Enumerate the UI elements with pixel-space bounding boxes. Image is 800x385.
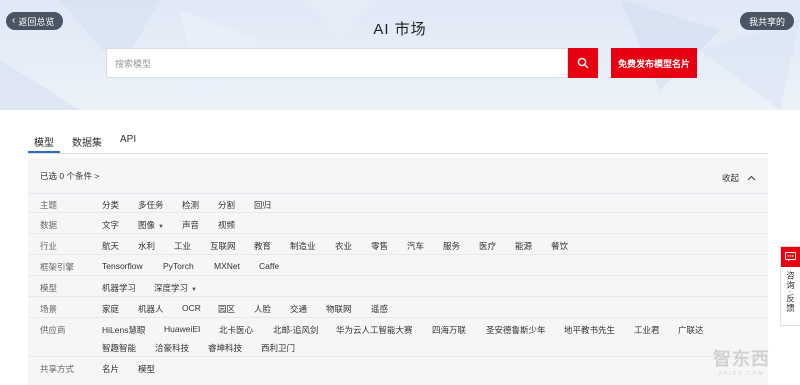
filter-option[interactable]: HiLens慧眼: [102, 324, 145, 336]
filter-option[interactable]: 机器学习: [102, 282, 136, 294]
filter-option[interactable]: 多任务: [138, 199, 164, 211]
my-shared-button[interactable]: 我共享的: [739, 12, 794, 30]
filter-row-label: 主题: [40, 200, 58, 210]
filter-option[interactable]: 西利卫门: [261, 342, 295, 354]
filter-option[interactable]: 制造业: [290, 240, 316, 252]
search-button[interactable]: [568, 48, 598, 78]
filter-option[interactable]: 回归: [254, 199, 271, 211]
filter-row-industry: 行业 航天 水利 工业 互联网 教育 制造业 农业 零售 汽车 服务 医疗 能源…: [28, 235, 768, 255]
filter-option[interactable]: 能源: [515, 240, 532, 252]
filter-option-label: 深度学习: [154, 283, 189, 293]
filter-panel: 已选 0 个条件 > 收起 主题 分类 多任务 检测 分割 回归 数据 文字 图…: [28, 158, 768, 385]
filter-row-label: 模型: [40, 283, 58, 293]
search-placeholder: 搜索模型: [115, 58, 152, 69]
filter-row-label: 共享方式: [40, 364, 75, 374]
filter-row-model: 模型 机器学习 深度学习 ▼: [28, 277, 768, 297]
filter-option[interactable]: MXNet: [214, 261, 240, 271]
filter-option[interactable]: 名片: [102, 363, 119, 375]
page-title: AI 市场: [373, 21, 427, 38]
tab-api[interactable]: API: [120, 134, 136, 145]
watermark-subtext: ZHIDX.COM: [718, 371, 765, 377]
filter-row-share-mode: 共享方式 名片 模型: [28, 358, 768, 378]
filter-option[interactable]: HuaweiEI: [164, 324, 200, 334]
tab-datasets[interactable]: 数据集: [72, 134, 102, 149]
watermark-logo: 智东西 ZHIDX.COM: [713, 345, 770, 377]
filter-row-topic: 主题 分类 多任务 检测 分割 回归: [28, 195, 768, 213]
filter-option-label: 图像: [138, 220, 156, 230]
filter-option[interactable]: 视频: [218, 219, 235, 231]
filter-option[interactable]: OCR: [182, 303, 201, 313]
collapse-label: 收起: [721, 173, 739, 183]
filter-option[interactable]: 四海万联: [432, 324, 466, 336]
filter-option[interactable]: 航天: [102, 240, 119, 252]
filter-option-with-dropdown[interactable]: 深度学习 ▼: [154, 282, 197, 294]
watermark-text: 智东西: [713, 349, 770, 369]
caret-down-icon: ▼: [158, 224, 164, 230]
publish-model-card-button[interactable]: 免费发布模型名片: [611, 48, 697, 78]
category-tabs: 模型 数据集 API: [28, 130, 768, 154]
filter-option[interactable]: 教育: [254, 240, 271, 252]
filter-row-scene: 场景 家庭 机器人 OCR 园区 人脸 交通 物联网 遥感: [28, 298, 768, 318]
filter-row-data: 数据 文字 图像 ▼ 声音 视频: [28, 214, 768, 234]
filter-option[interactable]: 机器人: [138, 303, 164, 315]
filter-row-label: 场景: [40, 304, 58, 314]
filter-option[interactable]: 医疗: [479, 240, 496, 252]
search-input[interactable]: 搜索模型: [106, 48, 568, 78]
filter-row-label: 框架引擎: [40, 262, 75, 272]
filter-option[interactable]: 地平教书先生: [564, 324, 615, 336]
caret-down-icon: ▼: [191, 287, 197, 293]
filter-option[interactable]: 汽车: [407, 240, 424, 252]
filter-option-with-dropdown[interactable]: 图像 ▼: [138, 219, 164, 231]
collapse-button[interactable]: 收起: [722, 172, 756, 184]
filter-option[interactable]: Caffe: [259, 261, 279, 271]
filter-option[interactable]: 分类: [102, 199, 119, 211]
filter-option[interactable]: 北卡医心: [219, 324, 253, 336]
filter-option[interactable]: 声音: [182, 219, 199, 231]
filter-option[interactable]: 工业: [174, 240, 191, 252]
selected-conditions-toggle[interactable]: 已选 0 个条件 >: [40, 170, 99, 182]
filter-option[interactable]: 分割: [218, 199, 235, 211]
filter-option[interactable]: 服务: [443, 240, 460, 252]
active-tab-indicator: [28, 151, 60, 153]
filter-option[interactable]: 餐饮: [551, 240, 568, 252]
filter-option[interactable]: 零售: [371, 240, 388, 252]
filter-row-label: 供应商: [40, 325, 66, 335]
chat-icon: [780, 247, 800, 267]
filter-option[interactable]: PyTorch: [163, 261, 194, 271]
filter-option[interactable]: 农业: [335, 240, 352, 252]
filter-option[interactable]: 人脸: [254, 303, 271, 315]
filter-option[interactable]: Tensorflow: [102, 261, 143, 271]
filter-option[interactable]: 家庭: [102, 303, 119, 315]
consult-feedback-panel[interactable]: 咨询·反馈: [780, 246, 800, 326]
chevron-up-icon: [747, 175, 756, 181]
filter-option[interactable]: 文字: [102, 219, 119, 231]
filter-row-label: 行业: [40, 241, 58, 251]
filter-option[interactable]: 洽豪科技: [155, 342, 189, 354]
filter-option[interactable]: 工业君: [634, 324, 660, 336]
filter-option[interactable]: 北邮-追风剑: [273, 324, 318, 336]
filter-option[interactable]: 华为云人工智能大赛: [336, 324, 413, 336]
filter-option[interactable]: 水利: [138, 240, 155, 252]
selected-conditions-row: 已选 0 个条件 > 收起: [28, 158, 768, 194]
search-icon: [577, 57, 589, 69]
filter-option[interactable]: 睿坤科技: [208, 342, 242, 354]
filter-option[interactable]: 交通: [290, 303, 307, 315]
filter-row-label: 数据: [40, 220, 58, 230]
filter-option[interactable]: 广联达: [678, 324, 704, 336]
filter-row-vendor: 供应商 HiLens慧眼 HuaweiEI 北卡医心 北邮-追风剑 华为云人工智…: [28, 319, 768, 357]
filter-option[interactable]: 智趣智能: [102, 342, 136, 354]
consult-feedback-label: 咨询·反馈: [785, 271, 796, 313]
filter-option[interactable]: 互联网: [210, 240, 236, 252]
header-banner: ‹ 返回总览 AI 市场 我共享的 搜索模型 免费发布模型名片: [0, 0, 800, 110]
filter-option[interactable]: 检测: [182, 199, 199, 211]
tab-models[interactable]: 模型: [34, 134, 54, 149]
filter-option[interactable]: 圣安德鲁斯少年: [486, 324, 546, 336]
filter-option[interactable]: 物联网: [326, 303, 352, 315]
filter-option[interactable]: 模型: [138, 363, 155, 375]
filter-option[interactable]: 遥感: [371, 303, 388, 315]
filter-option[interactable]: 园区: [218, 303, 235, 315]
filter-row-framework: 框架引擎 Tensorflow PyTorch MXNet Caffe: [28, 256, 768, 276]
